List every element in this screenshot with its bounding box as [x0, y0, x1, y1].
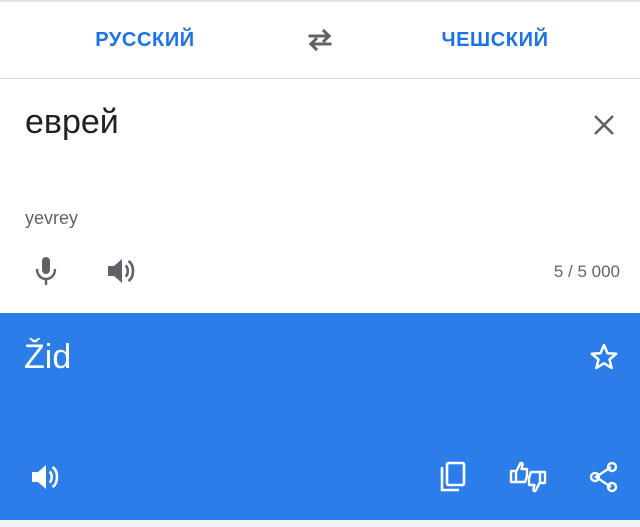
source-text-input[interactable]: еврей	[25, 103, 119, 142]
copy-button[interactable]	[433, 457, 473, 497]
speak-source-button[interactable]	[102, 251, 142, 291]
microphone-button[interactable]	[26, 251, 66, 291]
copy-icon	[440, 461, 466, 492]
feedback-button[interactable]	[508, 457, 548, 497]
translate-screen: РУССКИЙ ЧЕШСКИЙ еврей yevrey 5 / 5 000 Ž…	[0, 0, 640, 527]
swap-languages-button[interactable]	[296, 20, 344, 60]
share-icon	[589, 461, 618, 493]
character-count: 5 / 5 000	[553, 262, 620, 281]
speaker-icon	[32, 465, 59, 489]
star-button[interactable]	[584, 337, 624, 377]
target-language-label: ЧЕШСКИЙ	[441, 28, 549, 51]
source-language-label: РУССКИЙ	[95, 28, 195, 51]
close-icon	[594, 115, 614, 135]
microphone-icon	[35, 257, 57, 285]
source-language-button[interactable]: РУССКИЙ	[60, 2, 230, 78]
bottom-edge	[0, 520, 640, 527]
clear-button[interactable]	[584, 105, 624, 145]
translation-text: Žid	[24, 338, 72, 376]
share-button[interactable]	[584, 457, 624, 497]
language-bar: РУССКИЙ ЧЕШСКИЙ	[0, 2, 640, 79]
transliteration: yevrey	[25, 208, 79, 228]
speak-translation-button[interactable]	[26, 457, 66, 497]
source-card: еврей yevrey 5 / 5 000	[0, 79, 640, 313]
target-language-button[interactable]: ЧЕШСКИЙ	[410, 2, 580, 78]
speaker-icon	[108, 259, 135, 283]
star-outline-icon	[590, 343, 618, 370]
result-card: Žid	[0, 313, 640, 520]
thumbs-feedback-icon	[509, 461, 547, 493]
swap-languages-icon	[308, 28, 332, 52]
